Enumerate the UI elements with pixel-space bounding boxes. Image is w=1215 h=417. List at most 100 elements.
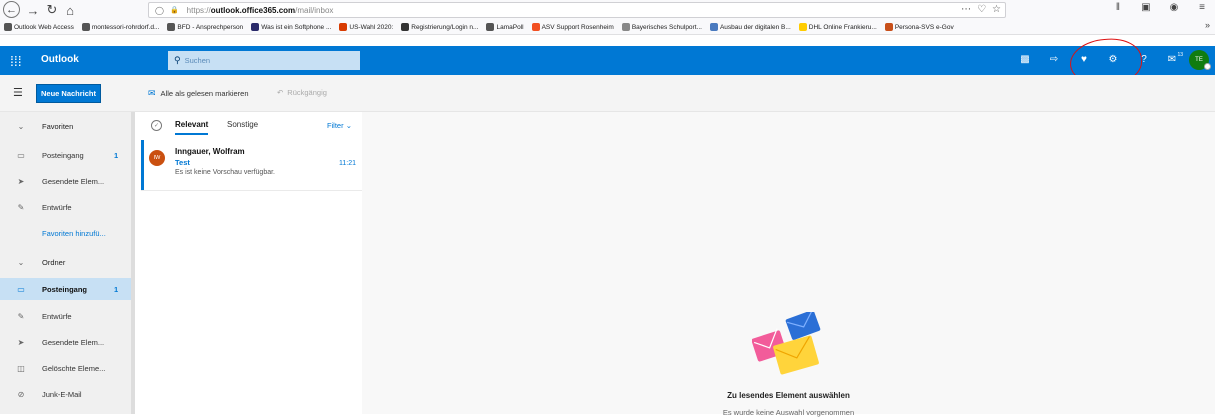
bookmark-favicon-icon xyxy=(531,23,540,31)
message-sender: Inngauer, Wolfram xyxy=(175,147,245,156)
bookmark-favicon-icon xyxy=(621,23,630,31)
bookmark-item[interactable]: DHL Online Frankieru... xyxy=(795,23,881,31)
account-icon[interactable]: ◉ xyxy=(1167,2,1181,13)
inbox-icon: ▭ xyxy=(17,284,25,294)
bookmark-favicon-icon xyxy=(251,23,260,31)
forward-arrow-icon[interactable]: → xyxy=(25,2,41,18)
reload-icon[interactable]: ↻ xyxy=(44,2,60,18)
folders-heading[interactable]: ⌄ Ordner xyxy=(0,251,131,273)
envelope-open-icon: ✉ xyxy=(148,88,156,98)
office-icon[interactable]: ▩ xyxy=(1018,54,1032,65)
sidebar-item-deleted[interactable]: ◫ Gelöschte Eleme... xyxy=(0,357,131,379)
filter-button[interactable]: Filter ⌄ xyxy=(327,121,352,130)
shield-icon: ◯ xyxy=(155,5,164,15)
chevron-down-icon: ⌄ xyxy=(17,257,25,267)
bookmark-label: DHL Online Frankieru... xyxy=(808,23,877,31)
teams-icon[interactable]: ⇨ xyxy=(1047,54,1061,65)
bookmark-star-icon[interactable]: ☆ xyxy=(992,4,1001,15)
bookmark-label: US-Wahl 2020: xyxy=(349,23,394,31)
message-subject: Test xyxy=(175,158,190,167)
bookmark-favicon-icon xyxy=(401,23,410,31)
bookmark-item[interactable]: montessori-rohrdorf.d... xyxy=(78,23,164,31)
bookmark-item[interactable]: Bayerisches Schulport... xyxy=(618,23,706,31)
tab-other[interactable]: Sonstige xyxy=(227,120,258,129)
select-all-checkbox[interactable]: ✓ xyxy=(151,120,162,131)
bookmark-label: Registrierung/Login n... xyxy=(411,23,479,31)
bookmark-item[interactable]: US-Wahl 2020: xyxy=(335,23,397,31)
url-host: outlook.office365.com xyxy=(210,5,296,15)
url-path: /mail/inbox xyxy=(295,5,334,15)
sidebar-item-sent[interactable]: ➤ Gesendete Elem... xyxy=(0,331,131,353)
trash-icon: ◫ xyxy=(17,363,25,373)
brand-name[interactable]: Outlook xyxy=(41,54,79,65)
send-icon: ➤ xyxy=(17,176,25,186)
add-favorite-link[interactable]: Favoriten hinzufü... xyxy=(0,222,131,244)
bookmark-favicon-icon xyxy=(4,23,12,31)
empty-state-subtitle: Es wurde keine Auswahl vorgenommen xyxy=(722,408,855,417)
search-placeholder: Suchen xyxy=(184,56,211,65)
feedback-icon[interactable]: ✉ 13 xyxy=(1165,52,1183,65)
sidebar-item-inbox[interactable]: ▭ Posteingang 1 xyxy=(0,278,131,300)
sidebar-icon[interactable]: ▣ xyxy=(1139,2,1153,13)
bookmark-favicon-icon xyxy=(81,23,90,31)
new-message-button[interactable]: Neue Nachricht xyxy=(36,84,102,103)
lock-icon: 🔒 xyxy=(169,7,179,14)
search-icon: ⚲ xyxy=(174,55,181,65)
bookmarks-overflow-icon[interactable]: » xyxy=(1205,20,1210,30)
browser-toolbar: ← → ↻ ⌂ ◯ 🔒 https:// outlook.office365.c… xyxy=(0,0,1215,20)
sidebar-item-favorites-inbox[interactable]: ▭ Posteingang 1 xyxy=(0,144,131,166)
menu-icon[interactable]: ≡ xyxy=(1195,2,1209,13)
bookmark-label: LamaPoll xyxy=(496,23,524,31)
bookmark-item[interactable]: BFD - Ansprechperson xyxy=(163,23,247,31)
search-input[interactable]: ⚲ Suchen xyxy=(168,51,360,70)
undo-label: Rückgängig xyxy=(287,88,327,97)
back-arrow-icon[interactable]: ← xyxy=(3,1,20,18)
bell-icon[interactable]: ♥ xyxy=(1077,54,1091,65)
bookmark-item[interactable]: Was ist ein Softphone ... xyxy=(247,23,335,31)
app-launcher-icon[interactable]: ⁞⁞⁞ xyxy=(10,53,22,69)
bookmark-label: Ausbau der digitalen B... xyxy=(719,23,791,31)
pencil-icon: ✎ xyxy=(17,311,25,321)
bookmark-item[interactable]: LamaPoll xyxy=(482,23,527,31)
presence-indicator xyxy=(1204,63,1211,70)
bookmark-item[interactable]: ASV Support Rosenheim xyxy=(528,23,618,31)
more-icon[interactable]: ⋯ xyxy=(961,4,971,15)
bookmark-label: BFD - Ansprechperson xyxy=(177,23,244,31)
avatar[interactable]: TE xyxy=(1189,50,1211,70)
bookmark-label: montessori-rohrdorf.d... xyxy=(91,23,160,31)
sidebar-item-junk[interactable]: ⊘ Junk-E-Mail xyxy=(0,383,131,405)
library-icon[interactable]: ‖ xyxy=(1111,2,1125,13)
bookmark-item[interactable]: Persona-SVS e-Gov xyxy=(881,23,958,31)
help-icon[interactable]: ? xyxy=(1137,54,1151,65)
pencil-icon: ✎ xyxy=(17,202,25,212)
sidebar-item-drafts[interactable]: ✎ Entwürfe xyxy=(0,305,131,327)
list-item[interactable]: IW Inngauer, Wolfram Test 11:21 Es ist k… xyxy=(141,140,362,190)
message-list: ✓ Relevant Sonstige Filter ⌄ IW Inngauer… xyxy=(141,112,362,414)
favorites-heading[interactable]: ⌄ Favoriten xyxy=(0,115,131,137)
bookmark-item[interactable]: Registrierung/Login n... xyxy=(397,23,482,31)
filter-label: Filter xyxy=(326,121,344,130)
gear-icon[interactable]: ⚙ xyxy=(1106,54,1120,65)
home-icon[interactable]: ⌂ xyxy=(62,2,78,18)
avatar: IW xyxy=(149,150,165,166)
bookmark-item[interactable]: Outlook Web Access xyxy=(0,23,78,31)
sidebar-item-favorites-sent[interactable]: ➤ Gesendete Elem... xyxy=(0,170,131,192)
envelopes-illustration-icon xyxy=(752,312,821,375)
pocket-icon[interactable]: ♡ xyxy=(977,4,986,15)
bookmark-label: Was ist ein Softphone ... xyxy=(261,23,332,31)
inbox-tabs: ✓ Relevant Sonstige Filter ⌄ xyxy=(141,112,362,138)
mark-all-read-button[interactable]: ✉ Alle als gelesen markieren xyxy=(148,88,249,99)
bookmark-favicon-icon xyxy=(486,23,495,31)
undo-icon: ↶ xyxy=(277,88,284,97)
empty-state-title: Zu lesendes Element auswählen xyxy=(727,391,850,400)
command-bar: ☰ Neue Nachricht ✉ Alle als gelesen mark… xyxy=(0,75,1215,112)
avatar-initials: TE xyxy=(1195,57,1203,63)
reading-pane: Zu lesendes Element auswählen Es wurde k… xyxy=(362,112,1215,417)
tab-focused[interactable]: Relevant xyxy=(175,120,209,135)
url-bar[interactable]: ◯ 🔒 https:// outlook.office365.com /mail… xyxy=(148,2,1006,18)
sidebar-item-favorites-drafts[interactable]: ✎ Entwürfe xyxy=(0,196,131,218)
hamburger-icon[interactable]: ☰ xyxy=(13,86,23,99)
bookmark-item[interactable]: Ausbau der digitalen B... xyxy=(706,23,795,31)
bookmark-favicon-icon xyxy=(884,23,893,31)
undo-button[interactable]: ↶ Rückgängig xyxy=(277,88,327,97)
